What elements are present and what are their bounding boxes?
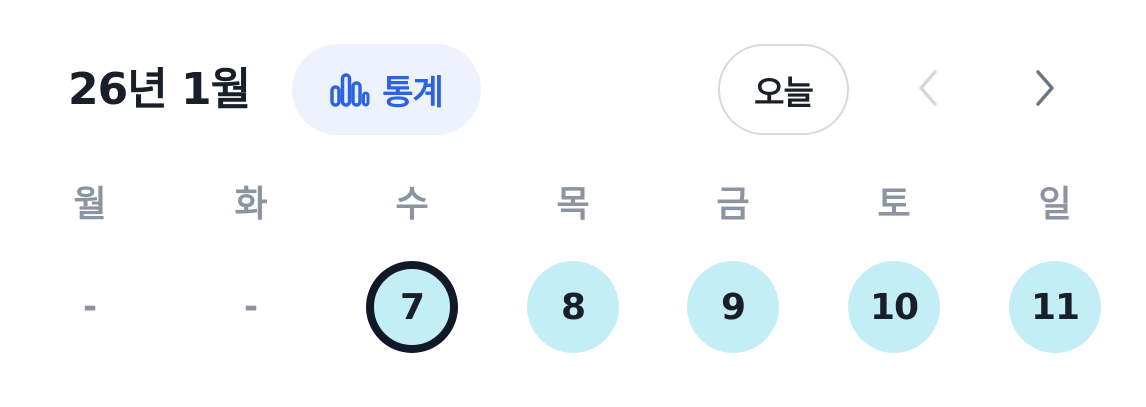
weekday-sun: 일 <box>1038 184 1072 225</box>
bar-chart-icon <box>330 72 370 107</box>
day-10[interactable]: 10 <box>848 261 940 353</box>
today-button[interactable]: 오늘 <box>718 44 849 135</box>
weekday-wed: 수 <box>395 184 429 225</box>
weekday-fri: 금 <box>716 184 750 225</box>
weekday-thu: 목 <box>556 184 590 225</box>
previous-week-button[interactable] <box>904 66 952 114</box>
weekday-sat: 토 <box>877 184 911 225</box>
day-8[interactable]: 8 <box>527 261 619 353</box>
stats-button-label: 통계 <box>382 73 444 113</box>
day-empty-tue: - <box>243 287 259 327</box>
day-7-selected[interactable]: 7 <box>366 261 458 353</box>
day-empty-mon: - <box>82 287 98 327</box>
weekday-mon: 월 <box>73 184 107 225</box>
chevron-right-icon <box>1033 69 1057 111</box>
day-9[interactable]: 9 <box>687 261 779 353</box>
calendar-week-view: 26년 1월 통계 오늘 월 화 수 목 금 토 일 - - 7 8 9 10 … <box>0 0 1146 407</box>
day-11[interactable]: 11 <box>1009 261 1101 353</box>
chevron-left-icon <box>916 69 940 111</box>
weekday-tue: 화 <box>234 184 268 225</box>
stats-button[interactable]: 통계 <box>292 44 481 135</box>
next-week-button[interactable] <box>1021 66 1069 114</box>
month-title: 26년 1월 <box>68 64 251 115</box>
